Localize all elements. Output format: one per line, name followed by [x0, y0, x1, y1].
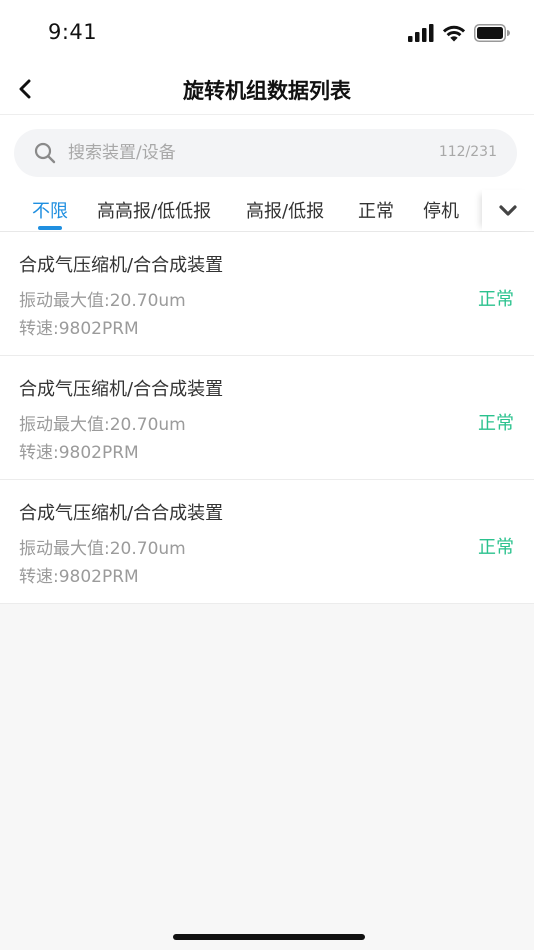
item-vibration: 振动最大值:20.70um	[19, 539, 186, 559]
chevron-down-icon	[499, 204, 517, 216]
wifi-icon	[442, 25, 466, 42]
item-title: 合成气压缩机/合合成装置	[19, 379, 224, 400]
status-badge: 正常	[478, 413, 514, 434]
tab-high-low[interactable]: 高报/低报	[246, 197, 324, 223]
item-vibration: 振动最大值:20.70um	[19, 291, 186, 311]
page-title: 旋转机组数据列表	[183, 79, 351, 103]
home-indicator	[173, 934, 365, 940]
list-item[interactable]: 合成气压缩机/合合成装置 振动最大值:20.70um 转速:9802PRM 正常	[0, 232, 534, 356]
item-speed: 转速:9802PRM	[19, 319, 139, 339]
status-bar: 9:41	[0, 0, 534, 66]
item-title: 合成气压缩机/合合成装置	[19, 503, 224, 524]
nav-bar: 旋转机组数据列表	[0, 66, 534, 114]
screen: 9:41 旋转机组数据列表 搜索装置/设备 112/231 不限 高高报/低低报…	[0, 0, 534, 950]
battery-icon	[474, 24, 510, 42]
search-box[interactable]: 112/231	[14, 129, 517, 177]
search-area: 112/231	[0, 114, 534, 190]
item-speed: 转速:9802PRM	[19, 443, 139, 463]
tab-high-high-low-low[interactable]: 高高报/低低报	[97, 197, 211, 223]
item-vibration: 振动最大值:20.70um	[19, 415, 186, 435]
item-speed: 转速:9802PRM	[19, 567, 139, 587]
signal-icon	[408, 24, 434, 42]
tabs-expand-button[interactable]	[482, 190, 534, 231]
unit-list: 合成气压缩机/合合成装置 振动最大值:20.70um 转速:9802PRM 正常…	[0, 232, 534, 604]
search-count: 112/231	[438, 144, 497, 160]
list-item[interactable]: 合成气压缩机/合合成装置 振动最大值:20.70um 转速:9802PRM 正常	[0, 480, 534, 604]
status-time: 9:41	[48, 20, 98, 44]
search-input[interactable]	[68, 129, 428, 177]
status-icons	[408, 24, 510, 42]
tab-normal[interactable]: 正常	[358, 197, 394, 223]
item-title: 合成气压缩机/合合成装置	[19, 255, 224, 276]
list-item[interactable]: 合成气压缩机/合合成装置 振动最大值:20.70um 转速:9802PRM 正常	[0, 356, 534, 480]
status-badge: 正常	[478, 289, 514, 310]
tab-shutdown[interactable]: 停机	[423, 197, 459, 223]
tab-all[interactable]: 不限	[32, 197, 68, 223]
filter-tabs: 不限 高高报/低低报 高报/低报 正常 停机	[0, 190, 534, 232]
status-badge: 正常	[478, 537, 514, 558]
active-tab-indicator	[38, 226, 62, 230]
search-icon	[34, 142, 56, 164]
